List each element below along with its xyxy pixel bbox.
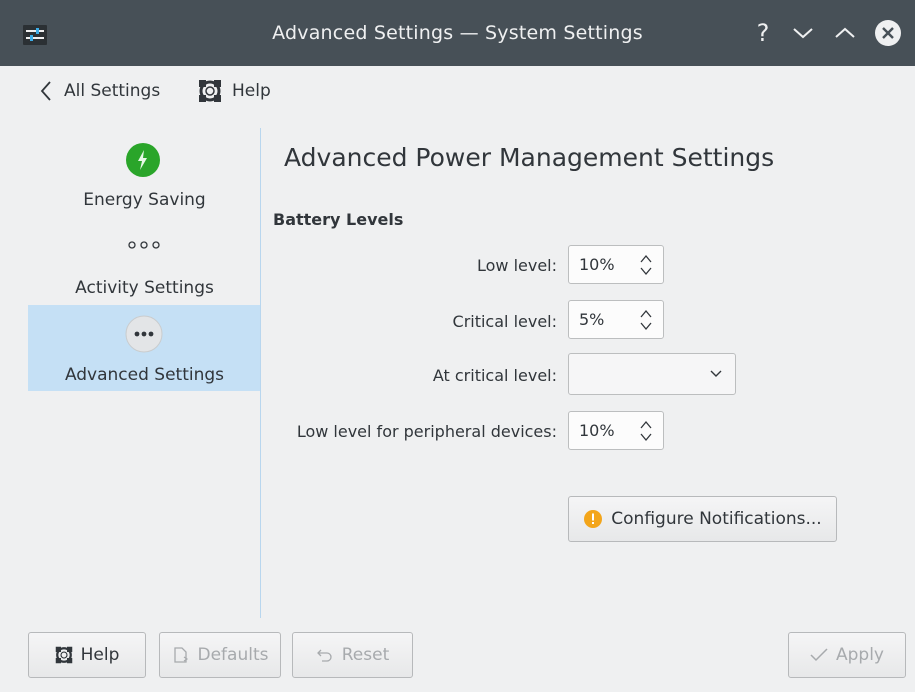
lifebuoy-icon <box>55 646 72 664</box>
window-titlebar: Advanced Settings — System Settings ? <box>0 0 915 66</box>
help-icon[interactable]: ? <box>748 18 778 48</box>
close-icon[interactable] <box>873 18 903 48</box>
defaults-button-label: Defaults <box>197 645 269 665</box>
peripheral-low-level-value: 10% <box>579 421 615 440</box>
dots-icon <box>128 241 160 249</box>
page-title: Advanced Power Management Settings <box>284 143 775 172</box>
warning-icon <box>584 510 603 528</box>
peripheral-low-level-spinbox[interactable]: 10% <box>568 411 664 450</box>
help-glyph: ? <box>756 19 770 47</box>
apply-button-label: Apply <box>836 645 884 665</box>
document-revert-icon <box>173 647 188 663</box>
toolbar-help-button[interactable]: Help <box>198 78 271 104</box>
help-button-label: Help <box>80 645 120 665</box>
toolbar: All Settings Help <box>0 66 915 118</box>
configure-notifications-button[interactable]: Configure Notifications... <box>568 496 837 542</box>
low-level-label: Low level: <box>476 256 557 275</box>
sidebar-item-label: Energy Saving <box>83 190 206 210</box>
defaults-button[interactable]: Defaults <box>159 632 281 678</box>
spin-arrows-icon[interactable] <box>639 419 653 443</box>
section-title-battery-levels: Battery Levels <box>273 210 404 229</box>
reset-button-label: Reset <box>341 645 390 665</box>
more-icon <box>125 315 163 353</box>
at-critical-level-label: At critical level: <box>432 366 557 385</box>
critical-level-spinbox[interactable]: 5% <box>568 300 664 339</box>
at-critical-level-dropdown[interactable] <box>568 353 736 395</box>
toolbar-help-label: Help <box>232 81 271 101</box>
undo-icon <box>316 649 332 662</box>
sidebar-item-activity-settings[interactable]: Activity Settings <box>28 218 261 304</box>
lightning-icon <box>126 143 160 177</box>
peripheral-low-level-label: Low level for peripheral devices: <box>296 422 557 441</box>
sidebar-item-label: Advanced Settings <box>64 365 225 385</box>
low-level-value: 10% <box>579 255 615 274</box>
reset-button[interactable]: Reset <box>292 632 413 678</box>
configure-notifications-label: Configure Notifications... <box>611 509 822 529</box>
sidebar-item-energy-saving[interactable]: Energy Saving <box>28 128 261 218</box>
chevron-down-icon <box>710 370 722 377</box>
all-settings-button[interactable]: All Settings <box>40 78 160 104</box>
help-button[interactable]: Help <box>28 632 146 678</box>
back-arrow-icon <box>40 81 51 101</box>
sidebar-item-advanced-settings[interactable]: Advanced Settings <box>28 305 261 391</box>
critical-level-label: Critical level: <box>452 312 557 331</box>
spin-arrows-icon[interactable] <box>639 253 653 277</box>
sidebar: Energy Saving Activity Settings Advanced… <box>28 128 261 618</box>
sidebar-item-label: Activity Settings <box>75 278 214 298</box>
critical-level-value: 5% <box>579 310 605 329</box>
maximize-icon[interactable] <box>830 18 860 48</box>
all-settings-label: All Settings <box>64 81 161 101</box>
spin-arrows-icon[interactable] <box>639 308 653 332</box>
minimize-icon[interactable] <box>788 18 818 48</box>
apply-button[interactable]: Apply <box>788 632 906 678</box>
lifebuoy-icon <box>199 80 221 102</box>
checkmark-icon <box>810 648 828 662</box>
sidebar-separator <box>260 128 261 618</box>
low-level-spinbox[interactable]: 10% <box>568 245 664 284</box>
